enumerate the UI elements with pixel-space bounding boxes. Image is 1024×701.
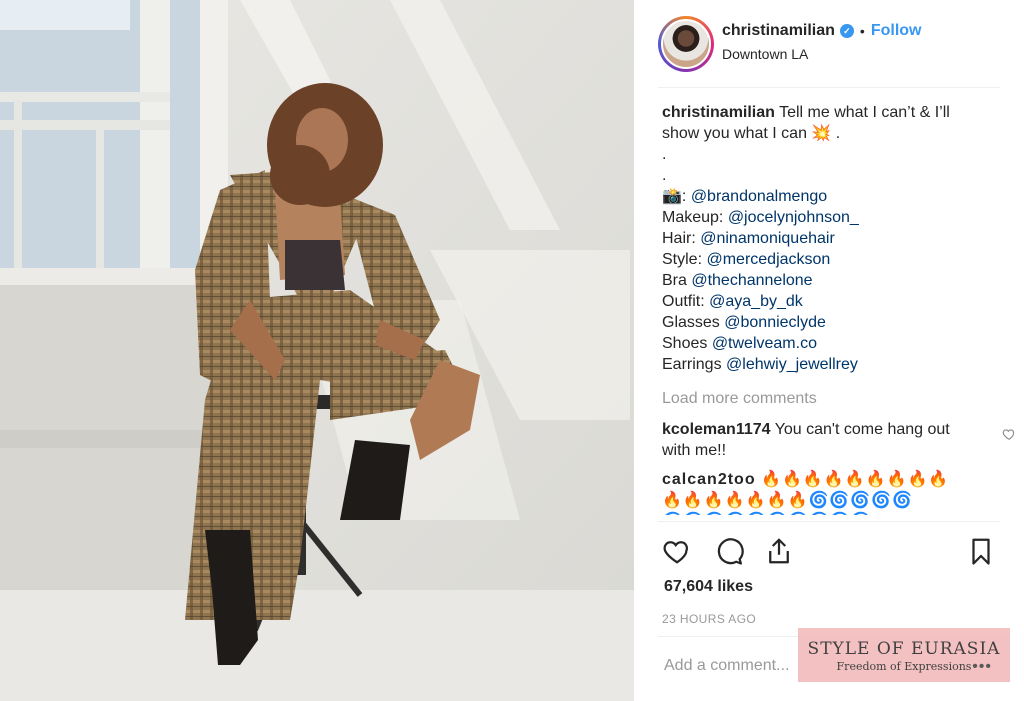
caption-dot-1: . (662, 146, 667, 163)
comments-section: christinamilian Tell me what I can’t & I… (662, 102, 1015, 515)
collision-emoji: 💥 (811, 125, 832, 142)
caption-line-2: show you what I can 💥 . (662, 123, 982, 144)
emoji-line-3: 🌀🌀🌀🌀🌀🌀🌀🌀🌀🌀 (662, 511, 1002, 515)
header-row: christinamilian ✓ • Follow (722, 19, 921, 43)
fire-emoji-line: 🔥🔥🔥🔥🔥🔥🔥🔥🔥 (761, 471, 950, 488)
credit-line: Bra @thechannelone (662, 270, 982, 291)
post-details-panel: christinamilian ✓ • Follow Downtown LA c… (634, 0, 1024, 701)
credit-line: Outfit: @aya_by_dk (662, 291, 982, 312)
verified-badge-icon: ✓ (839, 24, 854, 38)
header-username[interactable]: christinamilian (722, 22, 835, 40)
caption-dot-2: . (662, 167, 667, 184)
load-more-comments-button[interactable]: Load more comments (662, 388, 982, 409)
comment-text: You can't come hang out (774, 421, 950, 438)
credit-label: Earrings (662, 356, 727, 373)
emoji-line-2: 🔥🔥🔥🔥🔥🔥🔥🌀🌀🌀🌀🌀 (662, 492, 914, 509)
share-icon[interactable] (764, 536, 794, 566)
likes-count[interactable]: 67,604 likes (664, 578, 753, 596)
mention-link[interactable]: @lehwiy_jewellrey (726, 356, 858, 373)
credit-label: Shoes (662, 335, 712, 352)
credit-label: 📸: (662, 188, 691, 205)
mention-link[interactable]: @bonnieclyde (724, 314, 826, 331)
comment-username[interactable]: kcoleman1174 (662, 421, 771, 438)
comment-item: calcan2too 🔥🔥🔥🔥🔥🔥🔥🔥🔥 🔥🔥🔥🔥🔥🔥🔥🌀🌀🌀🌀🌀 🌀🌀🌀🌀🌀🌀… (662, 469, 1002, 515)
mention-link[interactable]: @mercedjackson (706, 251, 830, 268)
mention-link[interactable]: @ninamoniquehair (700, 230, 835, 247)
header-text: christinamilian ✓ • Follow Downtown LA (722, 19, 921, 62)
watermark-title: STYLE OF EURASIA (807, 639, 1001, 659)
credit-line: Style: @mercedjackson (662, 249, 982, 270)
action-bar (658, 521, 1000, 579)
credit-line: Glasses @bonnieclyde (662, 312, 982, 333)
caption: christinamilian Tell me what I can’t & I… (662, 102, 982, 375)
credit-label: Glasses (662, 314, 725, 331)
mention-link[interactable]: @jocelynjohnson_ (728, 209, 859, 226)
comment-icon[interactable] (714, 536, 744, 566)
comment-text-line2: with me!! (662, 442, 727, 459)
mention-link[interactable]: @thechannelone (691, 272, 812, 289)
credit-label: Outfit: (662, 293, 710, 310)
post-header: christinamilian ✓ • Follow Downtown LA (658, 14, 1000, 88)
location-link[interactable]: Downtown LA (722, 46, 921, 62)
bookmark-icon[interactable] (966, 536, 996, 566)
credit-label: Bra (662, 272, 692, 289)
credit-label: Makeup: (662, 209, 728, 226)
more-options-icon[interactable]: ••• (972, 658, 992, 676)
post-timestamp[interactable]: 23 HOURS AGO (662, 612, 756, 626)
comment-username[interactable]: calcan2too (662, 471, 756, 488)
post-photo[interactable] (0, 0, 634, 701)
caption-line2-tail: . (835, 125, 841, 142)
header-separator: • (859, 23, 865, 39)
mention-link[interactable]: @aya_by_dk (709, 293, 803, 310)
caption-text-line2: show you what I can (662, 125, 807, 142)
avatar-story-ring[interactable] (658, 16, 714, 72)
mention-link[interactable]: @brandonalmengo (691, 188, 827, 205)
heart-small-icon[interactable] (1002, 427, 1016, 441)
credit-line: 📸: @brandonalmengo (662, 186, 982, 207)
credit-line: Hair: @ninamoniquehair (662, 228, 982, 249)
photo-illustration (0, 0, 634, 701)
avatar[interactable] (661, 19, 711, 69)
credit-label: Hair: (662, 230, 701, 247)
credit-line: Makeup: @jocelynjohnson_ (662, 207, 982, 228)
add-comment-input[interactable] (664, 657, 814, 675)
comment-item: kcoleman1174 You can't come hang out wit… (662, 419, 1015, 461)
heart-icon[interactable] (662, 536, 692, 566)
caption-username[interactable]: christinamilian (662, 104, 775, 121)
caption-text: Tell me what I can’t & I’ll (779, 104, 950, 121)
caption-line-1: christinamilian Tell me what I can’t & I… (662, 102, 982, 123)
credit-line: Shoes @twelveam.co (662, 333, 982, 354)
follow-button[interactable]: Follow (871, 22, 922, 40)
watermark-logo: STYLE OF EURASIA Freedom of Expressions … (798, 628, 1010, 682)
credit-label: Style: (662, 251, 707, 268)
comment-line-1: kcoleman1174 You can't come hang out (662, 419, 1002, 440)
comment-line-1: calcan2too 🔥🔥🔥🔥🔥🔥🔥🔥🔥 (662, 469, 1002, 490)
mention-link[interactable]: @twelveam.co (712, 335, 817, 352)
credit-line: Earrings @lehwiy_jewellrey (662, 354, 982, 375)
